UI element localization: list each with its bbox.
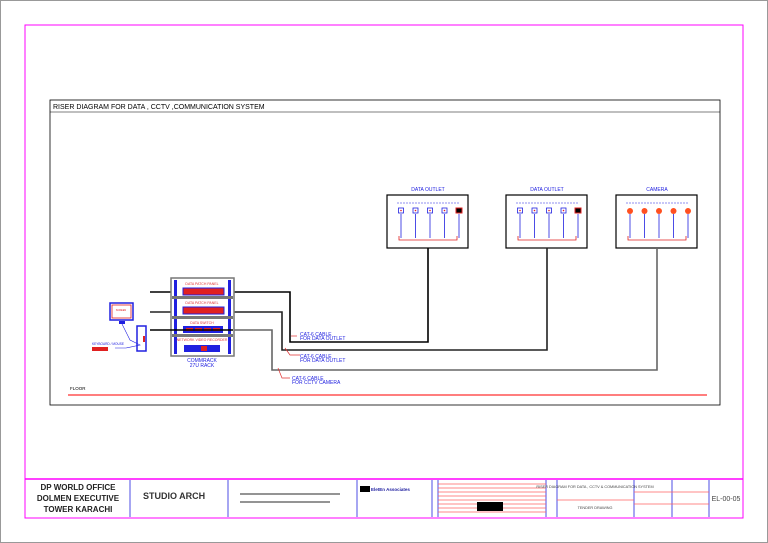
group-label: DATA OUTLET (411, 187, 444, 193)
floor-label: FLOOR (70, 386, 86, 391)
cable-label: FOR DATA OUTLET (300, 358, 345, 364)
drawing-number: EL-00-05 (712, 496, 741, 503)
telephone-outlet-icon (574, 207, 582, 214)
nvr-label: NETWORK VIDEO RECORDER (177, 338, 228, 342)
screen-label: SCREEN (116, 309, 127, 312)
keyboard-label: KEYBOARD / MOUSE (92, 342, 124, 346)
camera-icon (656, 208, 662, 214)
camera-icon (627, 208, 633, 214)
comm-rack: DATA PATCH PANEL DATA PATCH PANEL DATA S… (170, 277, 235, 369)
diagram-title: RISER DIAGRAM FOR DATA , CCTV ,COMMUNICA… (53, 104, 265, 111)
camera-icon (670, 208, 677, 214)
drawing-status: TENDER DRAWING (578, 506, 613, 510)
cable-label: FOR CCTV CAMERA (292, 380, 341, 386)
drawing-sheet: RISER DIAGRAM FOR DATA , CCTV ,COMMUNICA… (0, 0, 768, 543)
consultant-name: EletEn Associates (371, 487, 410, 492)
patch-panel-label: DATA PATCH PANEL (185, 282, 218, 286)
project-name: TOWER KARACHI (44, 505, 113, 514)
rack-label: 27U RACK (190, 363, 215, 369)
project-name: DOLMEN EXECUTIVE (37, 494, 120, 503)
patch-panel-label: DATA PATCH PANEL (185, 301, 218, 305)
keyboard-icon (92, 347, 108, 351)
group-label: CAMERA (646, 187, 668, 193)
drawing-title: RISER DIAGRAM FOR DATA , CCTV & COMMUNIC… (536, 485, 653, 489)
telephone-outlet-icon (455, 207, 463, 214)
group-label: DATA OUTLET (530, 187, 563, 193)
camera-icon (641, 208, 648, 214)
project-name: DP WORLD OFFICE (41, 483, 117, 492)
camera-icon (685, 208, 691, 214)
switch-label: DATA SWITCH (190, 321, 214, 325)
architect-name: STUDIO ARCH (143, 491, 205, 501)
cable-label: FOR DATA OUTLET (300, 336, 345, 342)
